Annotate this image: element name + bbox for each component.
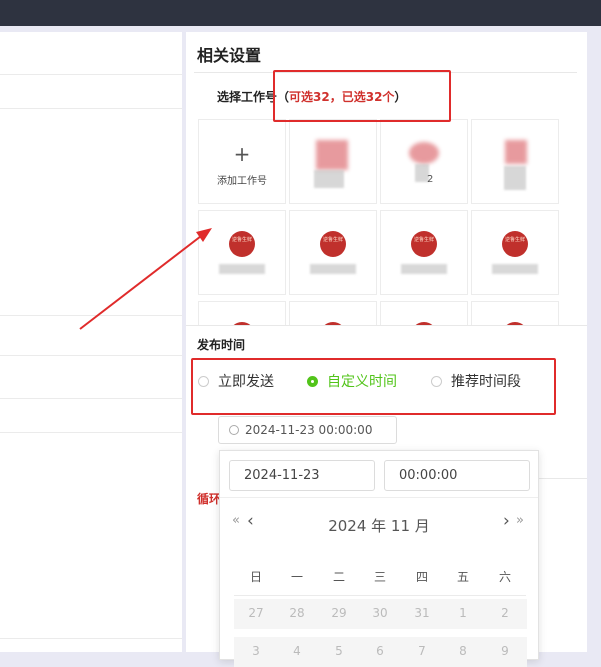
arrow-head (196, 228, 212, 242)
annotation-box-publish (191, 358, 556, 415)
annotation-box-count (273, 70, 451, 122)
arrow-line (79, 232, 206, 330)
